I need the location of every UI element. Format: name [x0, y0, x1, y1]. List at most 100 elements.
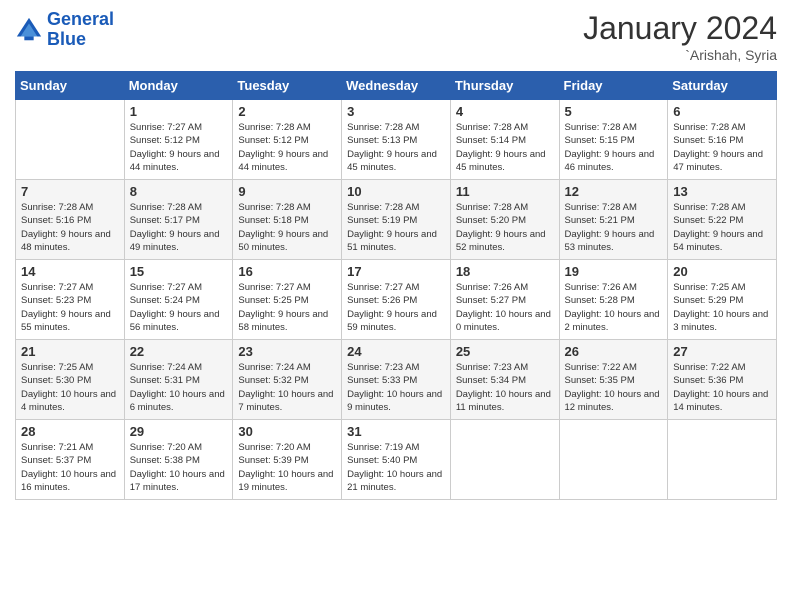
- day-number: 19: [565, 264, 663, 279]
- day-number: 16: [238, 264, 336, 279]
- day-info: Sunrise: 7:26 AM Sunset: 5:27 PM Dayligh…: [456, 281, 554, 334]
- day-number: 3: [347, 104, 445, 119]
- day-number: 15: [130, 264, 228, 279]
- day-number: 9: [238, 184, 336, 199]
- day-info: Sunrise: 7:28 AM Sunset: 5:13 PM Dayligh…: [347, 121, 445, 174]
- cell-w5-d7: [668, 420, 777, 500]
- cell-w4-d5: 25 Sunrise: 7:23 AM Sunset: 5:34 PM Dayli…: [450, 340, 559, 420]
- header-saturday: Saturday: [668, 72, 777, 100]
- day-info: Sunrise: 7:23 AM Sunset: 5:34 PM Dayligh…: [456, 361, 554, 414]
- cell-w3-d1: 14 Sunrise: 7:27 AM Sunset: 5:23 PM Dayli…: [16, 260, 125, 340]
- week-row-1: 1 Sunrise: 7:27 AM Sunset: 5:12 PM Daylig…: [16, 100, 777, 180]
- day-info: Sunrise: 7:20 AM Sunset: 5:38 PM Dayligh…: [130, 441, 228, 494]
- day-info: Sunrise: 7:28 AM Sunset: 5:20 PM Dayligh…: [456, 201, 554, 254]
- day-info: Sunrise: 7:25 AM Sunset: 5:30 PM Dayligh…: [21, 361, 119, 414]
- day-number: 1: [130, 104, 228, 119]
- week-row-3: 14 Sunrise: 7:27 AM Sunset: 5:23 PM Dayli…: [16, 260, 777, 340]
- day-info: Sunrise: 7:27 AM Sunset: 5:23 PM Dayligh…: [21, 281, 119, 334]
- day-info: Sunrise: 7:27 AM Sunset: 5:24 PM Dayligh…: [130, 281, 228, 334]
- day-number: 10: [347, 184, 445, 199]
- cell-w1-d2: 1 Sunrise: 7:27 AM Sunset: 5:12 PM Daylig…: [124, 100, 233, 180]
- day-info: Sunrise: 7:28 AM Sunset: 5:19 PM Dayligh…: [347, 201, 445, 254]
- cell-w2-d3: 9 Sunrise: 7:28 AM Sunset: 5:18 PM Daylig…: [233, 180, 342, 260]
- day-info: Sunrise: 7:28 AM Sunset: 5:22 PM Dayligh…: [673, 201, 771, 254]
- day-info: Sunrise: 7:28 AM Sunset: 5:12 PM Dayligh…: [238, 121, 336, 174]
- cell-w2-d2: 8 Sunrise: 7:28 AM Sunset: 5:17 PM Daylig…: [124, 180, 233, 260]
- logo-text: General Blue: [47, 10, 114, 50]
- week-row-4: 21 Sunrise: 7:25 AM Sunset: 5:30 PM Dayli…: [16, 340, 777, 420]
- cell-w3-d3: 16 Sunrise: 7:27 AM Sunset: 5:25 PM Dayli…: [233, 260, 342, 340]
- cell-w5-d4: 31 Sunrise: 7:19 AM Sunset: 5:40 PM Dayli…: [342, 420, 451, 500]
- day-info: Sunrise: 7:27 AM Sunset: 5:25 PM Dayligh…: [238, 281, 336, 334]
- day-info: Sunrise: 7:25 AM Sunset: 5:29 PM Dayligh…: [673, 281, 771, 334]
- header-wednesday: Wednesday: [342, 72, 451, 100]
- cell-w5-d5: [450, 420, 559, 500]
- day-number: 21: [21, 344, 119, 359]
- day-number: 28: [21, 424, 119, 439]
- cell-w4-d2: 22Sunrise: 7:24 AM Sunset: 5:31 PM Dayli…: [124, 340, 233, 420]
- day-number: 25: [456, 344, 554, 359]
- cell-w4-d6: 26 Sunrise: 7:22 AM Sunset: 5:35 PM Dayli…: [559, 340, 668, 420]
- cell-w2-d6: 12Sunrise: 7:28 AM Sunset: 5:21 PM Dayli…: [559, 180, 668, 260]
- header: General Blue January 2024 `Arishah, Syri…: [15, 10, 777, 63]
- day-number: 31: [347, 424, 445, 439]
- calendar-table: Sunday Monday Tuesday Wednesday Thursday…: [15, 71, 777, 500]
- day-info: Sunrise: 7:21 AM Sunset: 5:37 PM Dayligh…: [21, 441, 119, 494]
- cell-w2-d5: 11 Sunrise: 7:28 AM Sunset: 5:20 PM Dayli…: [450, 180, 559, 260]
- day-info: Sunrise: 7:19 AM Sunset: 5:40 PM Dayligh…: [347, 441, 445, 494]
- cell-w4-d7: 27 Sunrise: 7:22 AM Sunset: 5:36 PM Dayli…: [668, 340, 777, 420]
- day-info: Sunrise: 7:22 AM Sunset: 5:36 PM Dayligh…: [673, 361, 771, 414]
- cell-w2-d7: 13 Sunrise: 7:28 AM Sunset: 5:22 PM Dayli…: [668, 180, 777, 260]
- cell-w1-d3: 2 Sunrise: 7:28 AM Sunset: 5:12 PM Daylig…: [233, 100, 342, 180]
- cell-w2-d4: 10 Sunrise: 7:28 AM Sunset: 5:19 PM Dayli…: [342, 180, 451, 260]
- day-info: Sunrise: 7:28 AM Sunset: 5:18 PM Dayligh…: [238, 201, 336, 254]
- day-info: Sunrise: 7:24 AM Sunset: 5:31 PM Dayligh…: [130, 361, 228, 414]
- day-info: Sunrise: 7:23 AM Sunset: 5:33 PM Dayligh…: [347, 361, 445, 414]
- day-number: 30: [238, 424, 336, 439]
- day-info: Sunrise: 7:28 AM Sunset: 5:16 PM Dayligh…: [673, 121, 771, 174]
- day-number: 20: [673, 264, 771, 279]
- cell-w5-d3: 30 Sunrise: 7:20 AM Sunset: 5:39 PM Dayli…: [233, 420, 342, 500]
- cell-w5-d2: 29 Sunrise: 7:20 AM Sunset: 5:38 PM Dayli…: [124, 420, 233, 500]
- cell-w4-d4: 24 Sunrise: 7:23 AM Sunset: 5:33 PM Dayli…: [342, 340, 451, 420]
- day-number: 24: [347, 344, 445, 359]
- calendar-body: 1 Sunrise: 7:27 AM Sunset: 5:12 PM Daylig…: [16, 100, 777, 500]
- day-number: 13: [673, 184, 771, 199]
- day-info: Sunrise: 7:28 AM Sunset: 5:17 PM Dayligh…: [130, 201, 228, 254]
- day-info: Sunrise: 7:22 AM Sunset: 5:35 PM Dayligh…: [565, 361, 663, 414]
- day-number: 5: [565, 104, 663, 119]
- cell-w5-d1: 28 Sunrise: 7:21 AM Sunset: 5:37 PM Dayli…: [16, 420, 125, 500]
- calendar-header: Sunday Monday Tuesday Wednesday Thursday…: [16, 72, 777, 100]
- header-friday: Friday: [559, 72, 668, 100]
- header-sunday: Sunday: [16, 72, 125, 100]
- day-number: 8: [130, 184, 228, 199]
- day-info: Sunrise: 7:27 AM Sunset: 5:12 PM Dayligh…: [130, 121, 228, 174]
- cell-w4-d1: 21 Sunrise: 7:25 AM Sunset: 5:30 PM Dayli…: [16, 340, 125, 420]
- day-number: 2: [238, 104, 336, 119]
- day-number: 26: [565, 344, 663, 359]
- day-number: 29: [130, 424, 228, 439]
- title-block: January 2024 `Arishah, Syria: [583, 10, 777, 63]
- day-number: 18: [456, 264, 554, 279]
- day-info: Sunrise: 7:28 AM Sunset: 5:14 PM Dayligh…: [456, 121, 554, 174]
- day-number: 23: [238, 344, 336, 359]
- header-monday: Monday: [124, 72, 233, 100]
- day-number: 11: [456, 184, 554, 199]
- cell-w3-d5: 18 Sunrise: 7:26 AM Sunset: 5:27 PM Dayli…: [450, 260, 559, 340]
- cell-w1-d1: [16, 100, 125, 180]
- header-row: Sunday Monday Tuesday Wednesday Thursday…: [16, 72, 777, 100]
- page: General Blue January 2024 `Arishah, Syri…: [0, 0, 792, 612]
- day-number: 27: [673, 344, 771, 359]
- day-info: Sunrise: 7:28 AM Sunset: 5:15 PM Dayligh…: [565, 121, 663, 174]
- day-info: Sunrise: 7:20 AM Sunset: 5:39 PM Dayligh…: [238, 441, 336, 494]
- logo-line2: Blue: [47, 29, 86, 49]
- logo-icon: [15, 16, 43, 44]
- cell-w3-d4: 17Sunrise: 7:27 AM Sunset: 5:26 PM Dayli…: [342, 260, 451, 340]
- day-number: 6: [673, 104, 771, 119]
- header-thursday: Thursday: [450, 72, 559, 100]
- cell-w1-d4: 3 Sunrise: 7:28 AM Sunset: 5:13 PM Daylig…: [342, 100, 451, 180]
- cell-w4-d3: 23Sunrise: 7:24 AM Sunset: 5:32 PM Dayli…: [233, 340, 342, 420]
- day-number: 14: [21, 264, 119, 279]
- week-row-2: 7Sunrise: 7:28 AM Sunset: 5:16 PM Daylig…: [16, 180, 777, 260]
- day-info: Sunrise: 7:26 AM Sunset: 5:28 PM Dayligh…: [565, 281, 663, 334]
